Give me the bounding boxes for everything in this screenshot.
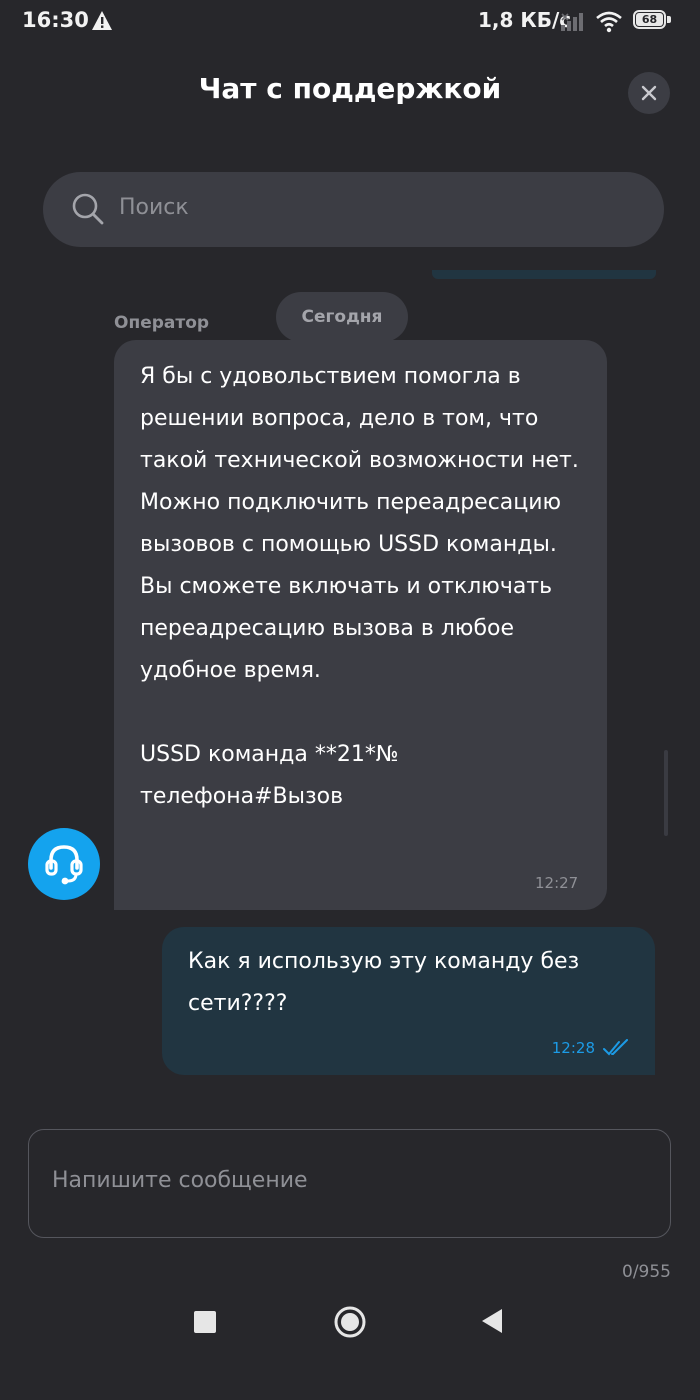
battery-level: 68	[636, 13, 663, 26]
operator-message-time: 12:27	[535, 874, 579, 892]
message-input[interactable]: Напишите сообщение	[28, 1129, 671, 1238]
status-time: 16:30	[22, 8, 89, 32]
user-message-time: 12:28	[551, 1039, 595, 1057]
wifi-icon	[596, 11, 622, 33]
close-button[interactable]	[628, 72, 670, 114]
search-input[interactable]: Поиск	[43, 172, 664, 247]
headset-icon	[45, 845, 83, 885]
scrollbar[interactable]	[664, 750, 668, 836]
operator-message-text: Я бы с удовольствием помогла в решении в…	[140, 364, 579, 809]
operator-message: Я бы с удовольствием помогла в решении в…	[114, 340, 607, 910]
previous-message-edge	[432, 270, 656, 279]
avatar	[28, 828, 100, 900]
signal-icon	[561, 13, 583, 31]
character-counter: 0/955	[622, 1262, 671, 1282]
network-speed: 1,8 КБ/с	[478, 8, 572, 32]
user-message-text: Как я использую эту команду без сети????	[188, 949, 580, 1016]
recent-apps-icon[interactable]	[194, 1311, 216, 1333]
home-icon[interactable]	[333, 1305, 367, 1339]
user-message: Как я использую эту команду без сети????…	[162, 927, 655, 1075]
close-icon	[641, 85, 657, 101]
search-placeholder: Поиск	[119, 195, 189, 220]
sender-label: Оператор	[114, 313, 210, 333]
search-icon	[72, 193, 104, 225]
double-check-icon	[603, 1039, 628, 1056]
message-placeholder: Напишите сообщение	[52, 1168, 308, 1193]
warning-icon	[92, 11, 112, 30]
page-title: Чат с поддержкой	[198, 72, 502, 105]
back-icon[interactable]	[480, 1307, 504, 1335]
battery-icon: 68	[633, 10, 673, 31]
date-separator: Сегодня	[276, 292, 408, 342]
